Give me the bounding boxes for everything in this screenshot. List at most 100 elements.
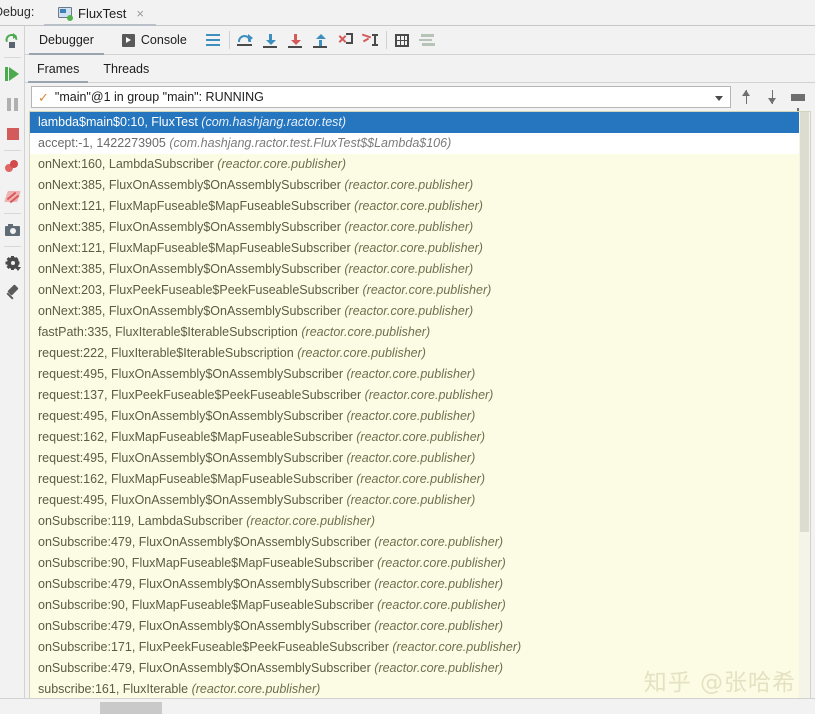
frame-package: (reactor.core.publisher) (246, 514, 376, 528)
drop-frame-button[interactable] (333, 26, 358, 55)
stop-button[interactable] (0, 119, 25, 149)
frame-row[interactable]: onNext:385, FluxOnAssembly$OnAssemblySub… (30, 259, 810, 280)
frame-method: onNext:121, FluxMapFuseable$MapFuseableS… (38, 199, 351, 213)
stop-icon (6, 128, 19, 140)
debug-label: Debug: (0, 5, 35, 19)
frame-package: (reactor.core.publisher) (344, 304, 474, 318)
tab-debugger[interactable]: Debugger (25, 26, 108, 55)
frame-row[interactable]: request:495, FluxOnAssembly$OnAssemblySu… (30, 406, 810, 427)
layout-settings-button[interactable] (201, 26, 226, 55)
divider (3, 57, 21, 58)
frame-row[interactable]: onNext:121, FluxMapFuseable$MapFuseableS… (30, 238, 810, 259)
frame-row[interactable]: request:162, FluxMapFuseable$MapFuseable… (30, 427, 810, 448)
frame-row[interactable]: onSubscribe:171, FluxPeekFuseable$PeekFu… (30, 637, 810, 658)
frame-row[interactable]: onSubscribe:479, FluxOnAssembly$OnAssemb… (30, 658, 810, 679)
move-up-button[interactable] (735, 86, 757, 108)
frame-method: fastPath:335, FluxIterable$IterableSubsc… (38, 325, 298, 339)
frame-row[interactable]: onNext:385, FluxOnAssembly$OnAssemblySub… (30, 301, 810, 322)
step-over-icon (237, 33, 254, 47)
frames-scrollbar[interactable] (799, 112, 810, 714)
frame-method: request:495, FluxOnAssembly$OnAssemblySu… (38, 409, 343, 423)
tab-frames[interactable]: Frames (25, 55, 91, 83)
step-out-icon (313, 33, 328, 48)
force-step-into-button[interactable] (283, 26, 308, 55)
close-icon[interactable]: × (136, 7, 144, 20)
divider (3, 213, 21, 214)
tab-threads[interactable]: Threads (91, 55, 161, 83)
frame-method: onSubscribe:90, FluxMapFuseable$MapFusea… (38, 598, 374, 612)
frame-package: (reactor.core.publisher) (344, 178, 474, 192)
frame-package: (reactor.core.publisher) (374, 619, 504, 633)
step-out-button[interactable] (308, 26, 333, 55)
frame-row[interactable]: onSubscribe:119, LambdaSubscriber (react… (30, 511, 810, 532)
pin-tab-button[interactable] (0, 278, 25, 308)
bottom-panel-strip (0, 698, 815, 714)
run-to-cursor-button[interactable] (358, 26, 383, 55)
tab-frames-label: Frames (37, 61, 80, 76)
scrollbar-thumb[interactable] (800, 112, 809, 532)
frame-row[interactable]: request:162, FluxMapFuseable$MapFuseable… (30, 469, 810, 490)
frame-row[interactable]: onNext:121, FluxMapFuseable$MapFuseableS… (30, 196, 810, 217)
frames-list[interactable]: lambda$main$0:10, FluxTest (com.hashjang… (29, 111, 811, 714)
frames-threads-tabs: Frames Threads (25, 55, 815, 83)
frame-row[interactable]: subscribe:161, FluxIterable (reactor.cor… (30, 679, 810, 700)
frame-method: request:162, FluxMapFuseable$MapFuseable… (38, 430, 353, 444)
mute-breakpoints-button[interactable] (0, 182, 25, 212)
frame-row[interactable]: onSubscribe:90, FluxMapFuseable$MapFusea… (30, 595, 810, 616)
frame-package: (reactor.core.publisher) (374, 535, 504, 549)
divider (228, 31, 230, 49)
frame-row[interactable]: request:495, FluxOnAssembly$OnAssemblySu… (30, 364, 810, 385)
frame-package: (reactor.core.publisher) (301, 325, 431, 339)
filter-button[interactable] (787, 86, 809, 114)
frame-package: (com.hashjang.ractor.test) (201, 115, 347, 129)
arrow-down-icon (767, 90, 778, 104)
frame-package: (reactor.core.publisher) (377, 556, 506, 570)
frame-row[interactable]: onNext:160, LambdaSubscriber (reactor.co… (30, 154, 810, 175)
frame-row[interactable]: onSubscribe:479, FluxOnAssembly$OnAssemb… (30, 616, 810, 637)
frame-method: request:495, FluxOnAssembly$OnAssemblySu… (38, 367, 343, 381)
frame-row[interactable]: onNext:385, FluxOnAssembly$OnAssemblySub… (30, 175, 810, 196)
step-over-button[interactable] (233, 26, 258, 55)
frame-method: onNext:203, FluxPeekFuseable$PeekFuseabl… (38, 283, 360, 297)
frame-method: accept:-1, 1422273905 (38, 136, 166, 150)
frame-row[interactable]: request:222, FluxIterable$IterableSubscr… (30, 343, 810, 364)
thread-selector-combo[interactable]: ✓ "main"@1 in group "main": RUNNING (31, 86, 731, 108)
frame-row[interactable]: request:495, FluxOnAssembly$OnAssemblySu… (30, 490, 810, 511)
tab-console[interactable]: Console (108, 26, 201, 55)
settings-filter-button[interactable] (415, 26, 440, 55)
frame-row[interactable]: fastPath:335, FluxIterable$IterableSubsc… (30, 322, 810, 343)
frame-row[interactable]: onSubscribe:479, FluxOnAssembly$OnAssemb… (30, 574, 810, 595)
resume-icon (5, 67, 20, 82)
frame-package: (reactor.core.publisher) (374, 577, 504, 591)
pause-icon (7, 97, 18, 111)
frame-method: request:222, FluxIterable$IterableSubscr… (38, 346, 294, 360)
step-into-button[interactable] (258, 26, 283, 55)
view-breakpoints-button[interactable] (0, 152, 25, 182)
frame-row[interactable]: lambda$main$0:10, FluxTest (com.hashjang… (30, 112, 810, 133)
evaluate-expression-button[interactable] (390, 26, 415, 55)
divider (3, 246, 21, 247)
frame-package: (reactor.core.publisher) (356, 472, 486, 486)
console-icon (121, 33, 135, 47)
frame-row[interactable]: request:137, FluxPeekFuseable$PeekFuseab… (30, 385, 810, 406)
frame-row[interactable]: onNext:203, FluxPeekFuseable$PeekFuseabl… (30, 280, 810, 301)
settings-button[interactable] (0, 248, 25, 278)
frame-row[interactable]: request:495, FluxOnAssembly$OnAssemblySu… (30, 448, 810, 469)
frame-row[interactable]: onSubscribe:90, FluxMapFuseable$MapFusea… (30, 553, 810, 574)
tab-fluxtest[interactable]: FluxTest × (52, 0, 150, 26)
frame-row[interactable]: onSubscribe:479, FluxOnAssembly$OnAssemb… (30, 532, 810, 553)
frame-row[interactable]: accept:-1, 1422273905 (com.hashjang.ract… (30, 133, 810, 154)
check-icon: ✓ (38, 89, 49, 105)
move-down-button[interactable] (761, 86, 783, 108)
step-into-icon (263, 33, 278, 48)
thread-selector-value: "main"@1 in group "main": RUNNING (54, 90, 264, 104)
gear-icon (5, 256, 21, 271)
frame-row[interactable]: onNext:385, FluxOnAssembly$OnAssemblySub… (30, 217, 810, 238)
chevron-down-icon[interactable] (715, 96, 723, 101)
frame-method: onNext:385, FluxOnAssembly$OnAssemblySub… (38, 262, 341, 276)
rerun-button[interactable] (0, 26, 25, 56)
resume-program-button[interactable] (0, 59, 25, 89)
pause-program-button[interactable] (0, 89, 25, 119)
screenshot-button[interactable] (0, 215, 25, 245)
grid-icon (395, 33, 410, 47)
